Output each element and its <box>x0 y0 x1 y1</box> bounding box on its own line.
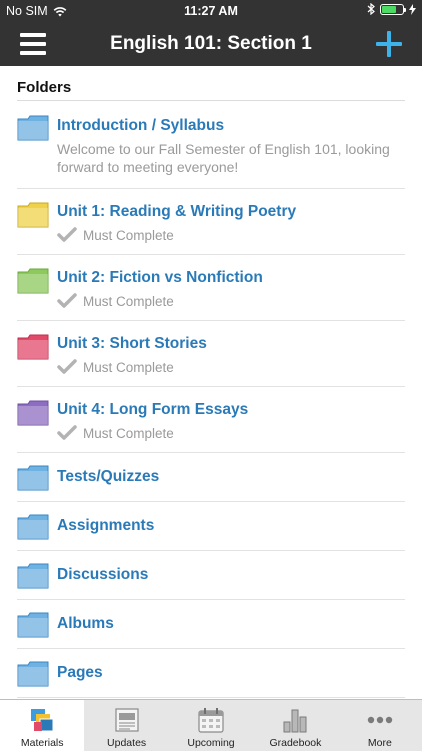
folders-list[interactable]: Folders Introduction / Syllabus Welcome … <box>0 66 422 699</box>
folder-row-unit-4[interactable]: Unit 4: Long Form Essays Must Complete <box>17 386 405 453</box>
checkmark-icon <box>57 293 77 308</box>
tab-bar: Materials Updates Upcoming Gradebook Mor… <box>0 699 422 751</box>
folder-title: Unit 1: Reading & Writing Poetry <box>57 203 297 220</box>
page-title: English 101: Section 1 <box>110 33 312 54</box>
folder-icon <box>17 268 49 294</box>
folder-row-unit-1[interactable]: Unit 1: Reading & Writing Poetry Must Co… <box>17 188 405 255</box>
tab-label: Materials <box>20 737 64 749</box>
charging-bolt-icon <box>409 3 416 15</box>
folder-title: Pages <box>57 664 103 681</box>
tab-more[interactable]: More <box>338 700 422 751</box>
folder-status: Must Complete <box>57 425 174 441</box>
folder-row-tests-quizzes[interactable]: Tests/Quizzes <box>17 452 405 502</box>
folder-description: Welcome to our Fall Semester of English … <box>57 141 390 175</box>
folder-icon <box>17 115 49 141</box>
bluetooth-icon <box>367 3 375 15</box>
status-bar: No SIM 11:27 AM <box>0 0 422 22</box>
battery-fill <box>382 5 396 13</box>
folder-icon <box>17 563 49 589</box>
folder-title: Tests/Quizzes <box>57 468 160 485</box>
folder-title: Albums <box>57 615 114 632</box>
folder-row-discussions[interactable]: Discussions <box>17 550 405 600</box>
folder-title: Introduction / Syllabus <box>57 117 225 134</box>
folder-icon <box>17 661 49 687</box>
tab-label: Upcoming <box>187 737 235 749</box>
section-divider <box>17 100 405 101</box>
folder-row-albums[interactable]: Albums <box>17 599 405 649</box>
folder-row-introduction-syllabus[interactable]: Introduction / Syllabus Welcome to our F… <box>17 102 405 189</box>
battery-icon <box>380 3 406 15</box>
folder-row-unit-2[interactable]: Unit 2: Fiction vs Nonfiction Must Compl… <box>17 254 405 321</box>
bar-chart-icon <box>283 709 307 733</box>
tab-label: Gradebook <box>269 737 322 749</box>
folder-title: Discussions <box>57 566 149 583</box>
tab-label: Updates <box>107 737 147 749</box>
folder-row-pages[interactable]: Pages <box>17 648 405 698</box>
hamburger-menu-icon[interactable] <box>20 33 46 55</box>
folder-status-label: Must Complete <box>83 293 174 309</box>
tab-materials[interactable]: Materials <box>0 700 85 751</box>
folder-status: Must Complete <box>57 293 174 309</box>
folder-title: Assignments <box>57 517 155 534</box>
tab-updates[interactable]: Updates <box>84 700 168 751</box>
folder-status: Must Complete <box>57 359 174 375</box>
folder-row-unit-3[interactable]: Unit 3: Short Stories Must Complete <box>17 320 405 387</box>
tab-upcoming[interactable]: Upcoming <box>169 700 253 751</box>
folder-icon <box>17 202 49 228</box>
calendar-icon <box>198 708 224 733</box>
checkmark-icon <box>57 425 77 440</box>
folder-status-label: Must Complete <box>83 425 174 441</box>
more-dots-icon <box>367 716 393 724</box>
tab-label: More <box>367 737 392 749</box>
folder-title: Unit 3: Short Stories <box>57 335 207 352</box>
folder-title: Unit 2: Fiction vs Nonfiction <box>57 269 263 286</box>
folder-icon <box>17 400 49 426</box>
clock: 11:27 AM <box>184 4 238 18</box>
folder-status: Must Complete <box>57 227 174 243</box>
section-title: Folders <box>17 79 72 96</box>
navigation-bar: English 101: Section 1 <box>0 22 422 66</box>
tab-gradebook[interactable]: Gradebook <box>253 700 337 751</box>
folder-row-assignments[interactable]: Assignments <box>17 501 405 551</box>
folder-status-label: Must Complete <box>83 227 174 243</box>
folder-status-label: Must Complete <box>83 359 174 375</box>
folder-icon <box>17 612 49 638</box>
materials-icon <box>31 709 54 732</box>
folder-icon <box>17 514 49 540</box>
checkmark-icon <box>57 359 77 374</box>
folder-icon <box>17 465 49 491</box>
status-right <box>367 3 416 15</box>
plus-icon[interactable] <box>376 31 402 57</box>
folder-icon <box>17 334 49 360</box>
checkmark-icon <box>57 227 77 242</box>
updates-icon <box>115 708 139 732</box>
folder-title: Unit 4: Long Form Essays <box>57 401 249 418</box>
